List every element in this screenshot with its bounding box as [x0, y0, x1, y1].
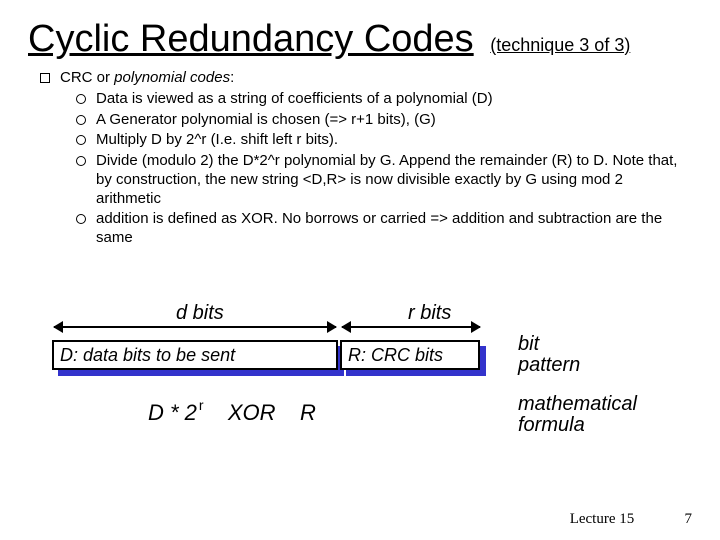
page-number: 7	[656, 511, 692, 528]
title-main: Cyclic Redundancy Codes	[28, 18, 474, 60]
mathematical-formula-label: mathematical formula	[518, 394, 637, 436]
slide: Cyclic Redundancy Codes (technique 3 of …	[0, 0, 720, 540]
circle-bullet-icon	[76, 94, 86, 104]
list-item: Multiply D by 2^r (I.e. shift left r bit…	[76, 131, 692, 150]
r-bits-label: r bits	[408, 302, 451, 325]
list-item: A Generator polynomial is chosen (=> r+1…	[76, 111, 692, 130]
formula-d: D * 2	[148, 400, 197, 425]
circle-bullet-icon	[76, 115, 86, 125]
crc-diagram: d bits r bits D: data bits to be sent R:…	[48, 300, 672, 460]
list-item: Divide (modulo 2) the D*2^r polynomial b…	[76, 152, 692, 208]
lecture-label: Lecture 15	[570, 511, 635, 527]
list-item: Data is viewed as a string of coefficien…	[76, 90, 692, 109]
data-bits-box: D: data bits to be sent	[52, 340, 338, 370]
heading-em: polynomial codes	[114, 69, 230, 86]
list-item-text: Multiply D by 2^r (I.e. shift left r bit…	[96, 131, 692, 150]
list-item: addition is defined as XOR. No borrows o…	[76, 210, 692, 248]
bit-pattern-line2: pattern	[518, 355, 580, 376]
circle-bullet-icon	[76, 214, 86, 224]
d-bits-label: d bits	[176, 302, 224, 325]
circle-bullet-icon	[76, 135, 86, 145]
bit-pattern-line1: bit	[518, 334, 580, 355]
bit-pattern-label: bit pattern	[518, 334, 580, 376]
square-bullet-icon	[40, 73, 50, 83]
math-line2: formula	[518, 415, 637, 436]
bullet-list: CRC or polynomial codes: Data is viewed …	[40, 69, 692, 248]
list-item-text: addition is defined as XOR. No borrows o…	[96, 210, 692, 248]
crc-bits-box: R: CRC bits	[340, 340, 480, 370]
heading-suffix: :	[230, 69, 234, 86]
formula-xor: XOR	[228, 400, 276, 425]
circle-bullet-icon	[76, 156, 86, 166]
sub-bullet-list: Data is viewed as a string of coefficien…	[76, 90, 692, 248]
formula-text: D * 2r XOR R	[148, 400, 316, 426]
formula-exponent: r	[199, 397, 204, 413]
double-arrow-icon	[54, 326, 336, 328]
formula-r: R	[300, 400, 316, 425]
double-arrow-icon	[342, 326, 480, 328]
title-paren: (technique 3 of 3)	[490, 35, 630, 55]
bullet-heading-text: CRC or polynomial codes:	[60, 69, 692, 88]
data-bits-text: D: data bits to be sent	[60, 345, 235, 366]
heading-prefix: CRC or	[60, 69, 114, 86]
math-line1: mathematical	[518, 394, 637, 415]
slide-title: Cyclic Redundancy Codes (technique 3 of …	[28, 18, 692, 61]
list-item-text: Data is viewed as a string of coefficien…	[96, 90, 692, 109]
crc-bits-text: R: CRC bits	[348, 345, 443, 366]
list-item-text: A Generator polynomial is chosen (=> r+1…	[96, 111, 692, 130]
bullet-heading: CRC or polynomial codes:	[40, 69, 692, 88]
slide-footer: Lecture 15 7	[570, 511, 692, 528]
list-item-text: Divide (modulo 2) the D*2^r polynomial b…	[96, 152, 692, 208]
